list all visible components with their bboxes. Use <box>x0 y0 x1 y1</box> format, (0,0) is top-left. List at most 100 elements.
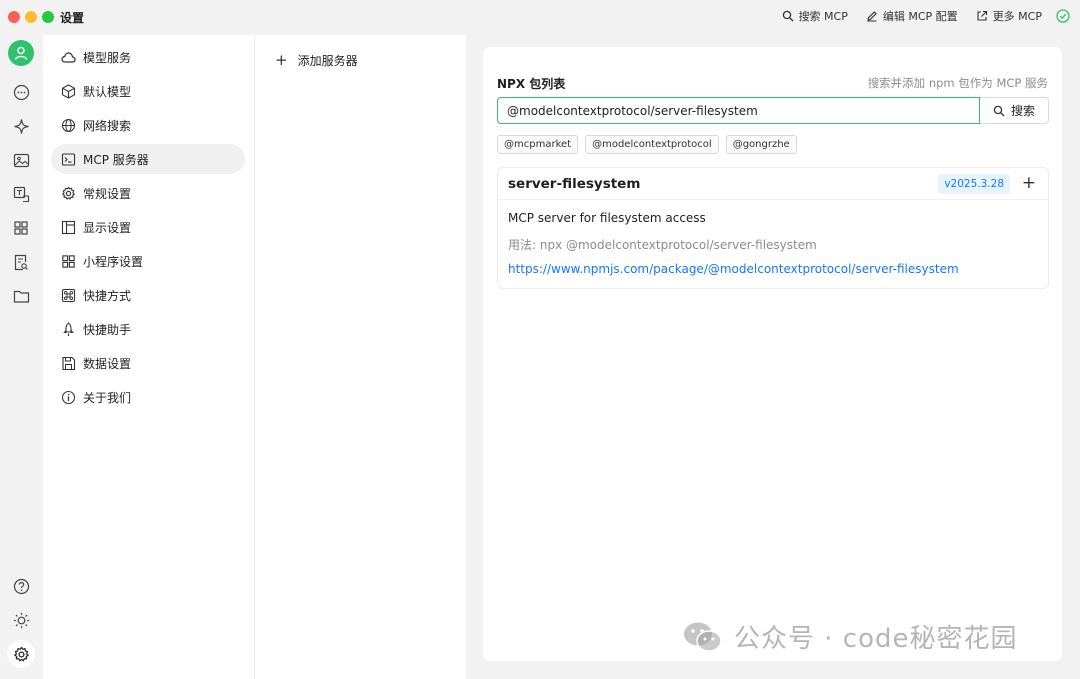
search-mcp-label: 搜索 MCP <box>799 8 848 24</box>
title-bar: 设置 搜索 MCP 编辑 MCP 配置 更多 MCP <box>0 0 1080 35</box>
settings-menu: 模型服务 默认模型 网络搜索 MCP 服务器 常规设置 显示设置 小程序设置 <box>43 35 255 679</box>
menu-item-default-model[interactable]: 默认模型 <box>51 76 245 106</box>
icon-rail <box>0 35 43 679</box>
package-link[interactable]: https://www.npmjs.com/package/@modelcont… <box>508 262 959 276</box>
add-package-button[interactable]: + <box>1022 173 1036 193</box>
panel-hint: 搜索并添加 npm 包作为 MCP 服务 <box>868 75 1048 91</box>
translate-icon <box>13 186 30 203</box>
image-icon <box>13 152 30 169</box>
search-icon <box>782 10 794 22</box>
menu-item-display-settings[interactable]: 显示设置 <box>51 212 245 242</box>
npx-panel: NPX 包列表 搜索并添加 npm 包作为 MCP 服务 搜索 @mcpmark… <box>483 47 1062 661</box>
edit-mcp-config-button[interactable]: 编辑 MCP 配置 <box>866 8 958 24</box>
more-mcp-label: 更多 MCP <box>993 8 1042 24</box>
scope-tags: @mcpmarket @modelcontextprotocol @gongrz… <box>497 135 804 154</box>
menu-item-label: 常规设置 <box>83 185 131 202</box>
menu-item-shortcuts[interactable]: 快捷方式 <box>51 280 245 310</box>
maximize-window-button[interactable] <box>42 11 54 23</box>
minimize-window-button[interactable] <box>25 11 37 23</box>
panel-title: NPX 包列表 <box>497 75 565 92</box>
layout-icon <box>61 220 76 235</box>
check-circle-icon <box>1056 9 1070 23</box>
right-pane: NPX 包列表 搜索并添加 npm 包作为 MCP 服务 搜索 @mcpmark… <box>466 35 1080 679</box>
scope-tag[interactable]: @gongrzhe <box>726 135 797 154</box>
menu-item-label: MCP 服务器 <box>83 151 149 168</box>
menu-item-mcp-servers[interactable]: MCP 服务器 <box>51 144 245 174</box>
menu-item-label: 快捷助手 <box>83 321 131 338</box>
menu-item-quick-assistant[interactable]: 快捷助手 <box>51 314 245 344</box>
search-mcp-button[interactable]: 搜索 MCP <box>782 8 848 24</box>
package-usage: 用法: npx @modelcontextprotocol/server-fil… <box>508 236 817 253</box>
watermark: 公众号 · code秘密花园 <box>682 618 1018 655</box>
sparkle-icon <box>13 118 30 135</box>
edit-icon <box>866 10 878 22</box>
menu-item-miniapp-settings[interactable]: 小程序设置 <box>51 246 245 276</box>
add-server-button[interactable]: + 添加服务器 <box>275 52 358 69</box>
rail-settings[interactable] <box>7 640 35 668</box>
avatar[interactable] <box>8 40 34 66</box>
save-icon <box>61 356 76 371</box>
user-icon <box>13 45 29 61</box>
gear-icon <box>13 646 30 663</box>
file-search-icon <box>13 254 29 271</box>
command-icon <box>61 288 76 303</box>
menu-item-model-service[interactable]: 模型服务 <box>51 42 245 72</box>
package-result-card: server-filesystem v2025.3.28 + MCP serve… <box>497 167 1049 289</box>
rail-files[interactable] <box>12 287 30 305</box>
menu-item-data-settings[interactable]: 数据设置 <box>51 348 245 378</box>
menu-item-label: 显示设置 <box>83 219 131 236</box>
menu-item-about[interactable]: 关于我们 <box>51 382 245 412</box>
grid-icon <box>61 254 76 269</box>
search-button-label: 搜索 <box>1011 102 1035 119</box>
menu-item-general-settings[interactable]: 常规设置 <box>51 178 245 208</box>
close-window-button[interactable] <box>8 11 20 23</box>
edit-mcp-config-label: 编辑 MCP 配置 <box>883 8 958 24</box>
package-card-header: server-filesystem v2025.3.28 + <box>498 168 1048 200</box>
help-icon <box>13 578 30 595</box>
rail-theme[interactable] <box>12 611 30 629</box>
cloud-icon <box>61 50 76 65</box>
app-window: 设置 搜索 MCP 编辑 MCP 配置 更多 MCP <box>0 0 1080 679</box>
top-actions: 搜索 MCP 编辑 MCP 配置 更多 MCP <box>764 8 1070 24</box>
package-search-button[interactable]: 搜索 <box>980 97 1049 124</box>
scope-tag[interactable]: @mcpmarket <box>497 135 578 154</box>
package-name: server-filesystem <box>508 176 640 192</box>
package-description: MCP server for filesystem access <box>508 211 706 225</box>
folder-icon <box>13 289 30 304</box>
chat-icon <box>13 84 30 101</box>
rocket-icon <box>61 322 76 337</box>
menu-item-label: 快捷方式 <box>83 287 131 304</box>
menu-item-label: 网络搜索 <box>83 117 131 134</box>
rail-chat[interactable] <box>12 83 30 101</box>
scope-tag[interactable]: @modelcontextprotocol <box>585 135 719 154</box>
rail-translate[interactable] <box>12 185 30 203</box>
menu-item-label: 默认模型 <box>83 83 131 100</box>
menu-item-label: 小程序设置 <box>83 253 143 270</box>
search-icon <box>993 105 1005 117</box>
wechat-icon <box>682 620 724 654</box>
package-version-badge: v2025.3.28 <box>938 174 1010 194</box>
package-search-input[interactable] <box>497 97 980 124</box>
cube-icon <box>61 84 76 99</box>
rail-knowledge[interactable] <box>12 253 30 271</box>
external-link-icon <box>976 10 988 22</box>
menu-item-web-search[interactable]: 网络搜索 <box>51 110 245 140</box>
rail-assistant[interactable] <box>12 117 30 135</box>
window-title: 设置 <box>60 9 84 26</box>
rail-help[interactable] <box>12 577 30 595</box>
menu-item-label: 模型服务 <box>83 49 131 66</box>
menu-item-label: 数据设置 <box>83 355 131 372</box>
add-server-label: 添加服务器 <box>298 52 358 69</box>
more-mcp-button[interactable]: 更多 MCP <box>976 8 1042 24</box>
apps-icon <box>13 220 29 236</box>
plus-icon: + <box>275 53 288 68</box>
gear-icon <box>61 186 76 201</box>
watermark-text: 公众号 · code秘密花园 <box>734 618 1018 655</box>
sun-icon <box>13 612 30 629</box>
rail-image[interactable] <box>12 151 30 169</box>
terminal-icon <box>61 152 76 167</box>
globe-icon <box>61 118 76 133</box>
info-icon <box>61 390 76 405</box>
rail-apps[interactable] <box>12 219 30 237</box>
menu-item-label: 关于我们 <box>83 389 131 406</box>
